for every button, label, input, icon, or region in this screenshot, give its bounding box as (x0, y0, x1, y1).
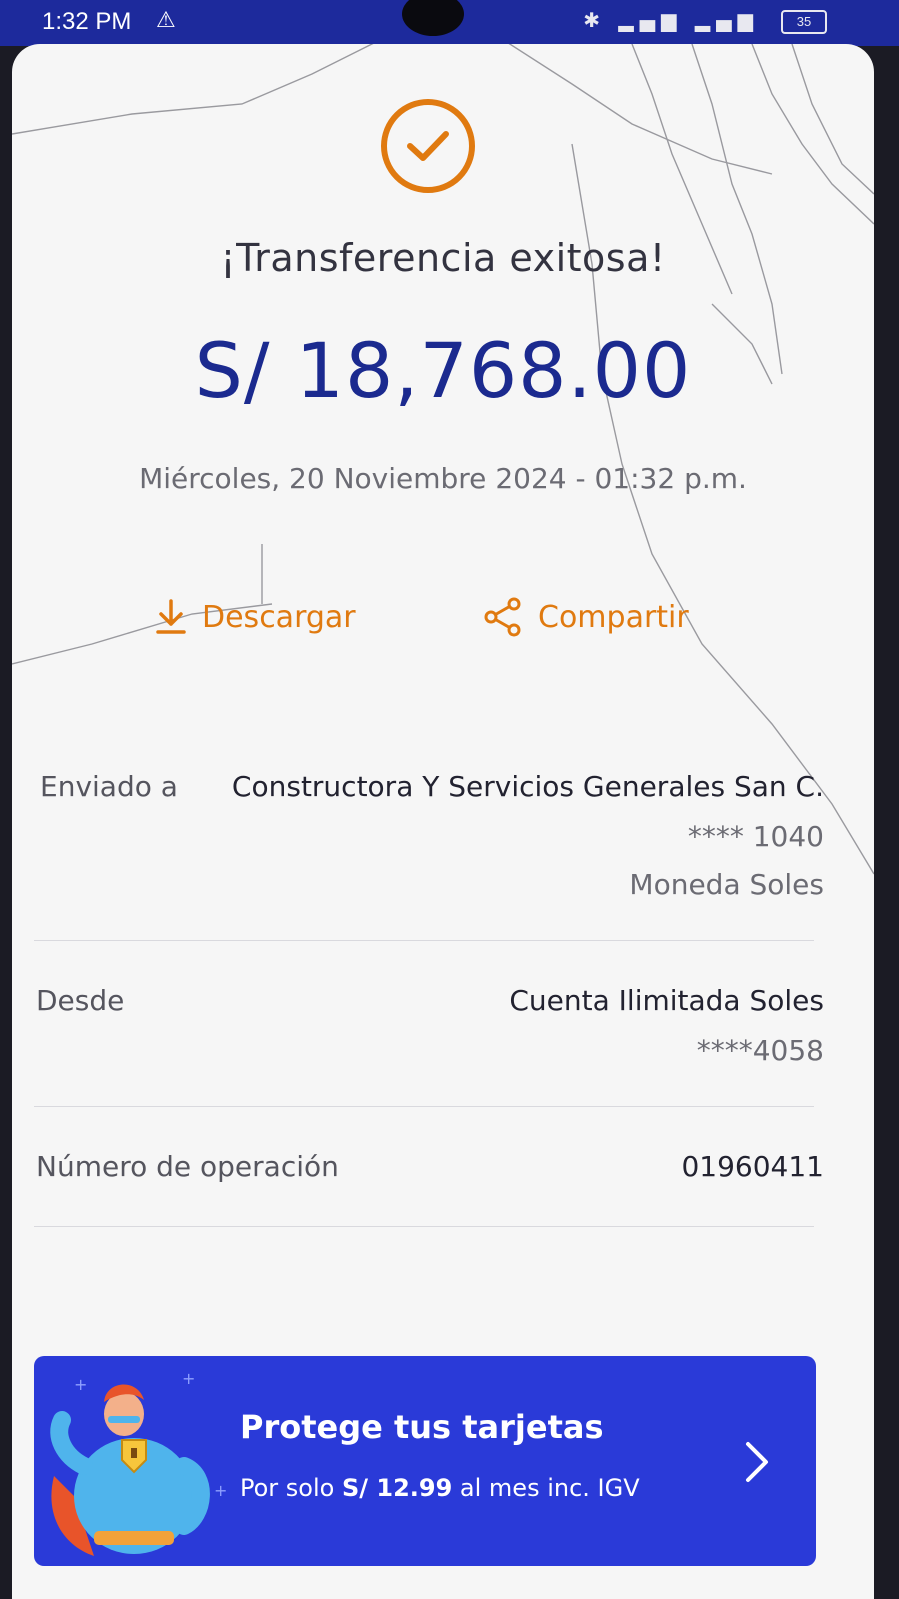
source-account-name: Cuenta Ilimitada Soles (509, 984, 824, 1017)
promo-subtitle-prefix: Por solo (240, 1474, 342, 1502)
promo-price: S/ 12.99 (341, 1474, 453, 1502)
svg-text:+: + (74, 1375, 87, 1394)
source-account-number: ****4058 (696, 1034, 824, 1067)
promo-subtitle: Por solo S/ 12.99 al mes inc. IGV (240, 1474, 640, 1502)
promo-title: Protege tus tarjetas (240, 1408, 604, 1446)
success-check-icon (381, 99, 475, 193)
chevron-right-icon (746, 1442, 768, 1482)
divider (34, 1226, 814, 1227)
download-label: Descargar (202, 599, 356, 635)
download-icon (156, 599, 186, 634)
from-label: Desde (36, 984, 125, 1017)
share-icon (484, 597, 521, 637)
divider (34, 940, 814, 941)
warning-icon: ⚠ (156, 8, 176, 33)
superhero-illustration: + + + (50, 1369, 227, 1556)
svg-text:+: + (182, 1369, 195, 1388)
success-title: ¡Transferencia exitosa! (220, 236, 666, 280)
transfer-datetime: Miércoles, 20 Noviembre 2024 - 01:32 p.m… (139, 462, 747, 495)
signal-icon: ✱ ▂▄▆ ▂▄▆ (583, 8, 759, 32)
download-button[interactable]: Descargar (154, 592, 356, 642)
recipient-currency: Moneda Soles (629, 868, 824, 901)
camera-notch (402, 0, 464, 36)
transfer-amount: S/ 18,768.00 (194, 326, 692, 415)
operation-number: 01960411 (681, 1150, 824, 1183)
sent-to-label: Enviado a (40, 770, 178, 803)
status-time: 1:32 PM (42, 8, 132, 35)
battery-icon: 35 (781, 10, 827, 34)
svg-text:+: + (214, 1481, 227, 1500)
operation-label: Número de operación (36, 1150, 339, 1183)
status-bar: 1:32 PM ⚠ ✱ ▂▄▆ ▂▄▆ 35 (0, 0, 899, 46)
divider (34, 1106, 814, 1107)
protect-cards-banner[interactable]: + + + Protege tus tarjetas Por solo S/ 1… (34, 1356, 816, 1566)
receipt-screen: ¡Transferencia exitosa! S/ 18,768.00 Mié… (12, 44, 874, 1599)
recipient-name: Constructora Y Servicios Generales San C… (231, 770, 824, 803)
share-label: Compartir (538, 599, 689, 635)
promo-subtitle-suffix: al mes inc. IGV (452, 1474, 640, 1502)
recipient-account: **** 1040 (687, 820, 824, 853)
share-button[interactable]: Compartir (482, 592, 689, 642)
